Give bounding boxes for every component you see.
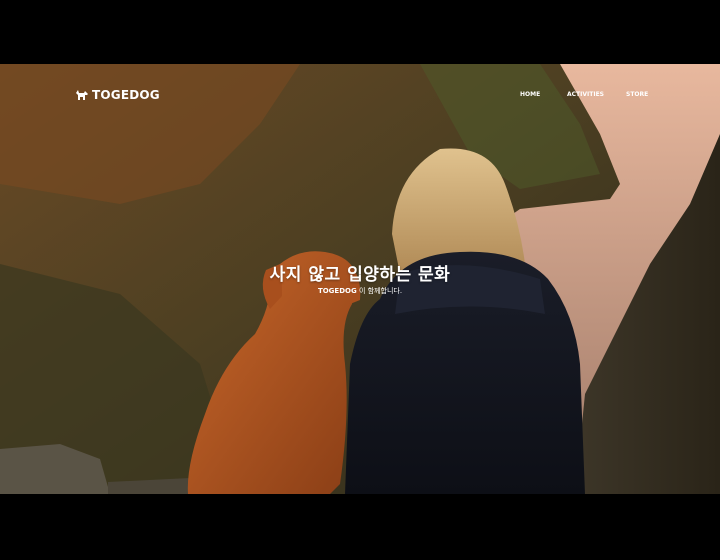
hero-subtitle-brand: TOGEDOG bbox=[317, 287, 357, 295]
nav-home[interactable]: HOME bbox=[520, 91, 567, 98]
nav-activities[interactable]: ACTIVITIES bbox=[567, 91, 626, 98]
nav-store[interactable]: STORE bbox=[626, 91, 656, 98]
site-logo[interactable]: TOGEDOG bbox=[75, 88, 160, 102]
letterbox-bottom bbox=[0, 494, 720, 560]
dog-logo-icon bbox=[76, 90, 88, 100]
hero-subtitle-text: 이 함께합니다. bbox=[358, 287, 403, 295]
hero-subtitle: TOGEDOG 이 함께합니다. bbox=[0, 286, 720, 296]
letterbox-top bbox=[0, 0, 720, 64]
logo-text: TOGEDOG bbox=[92, 88, 160, 102]
hero-section: TOGEDOG HOME ACTIVITIES STORE 사지 않고 입양하는… bbox=[0, 64, 720, 494]
site-header: TOGEDOG HOME ACTIVITIES STORE bbox=[0, 64, 720, 124]
main-nav: HOME ACTIVITIES STORE bbox=[520, 91, 656, 98]
hero-title: 사지 않고 입양하는 문화 bbox=[269, 265, 451, 285]
